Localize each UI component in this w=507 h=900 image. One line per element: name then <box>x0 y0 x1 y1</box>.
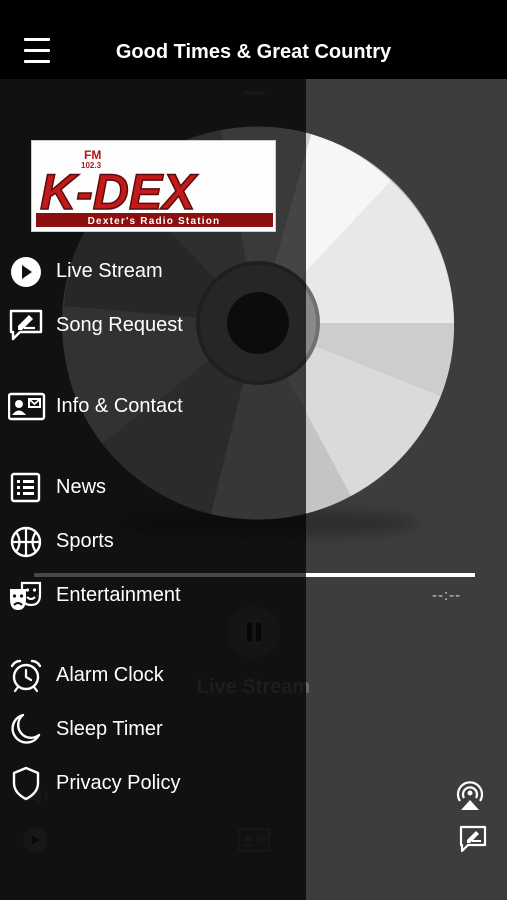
menu-label: Song Request <box>56 314 183 336</box>
logo-fm: FM <box>84 148 101 162</box>
basketball-icon <box>8 523 44 559</box>
menu-item-live-stream[interactable]: Live Stream <box>0 251 306 291</box>
top-app-bar: Good Times & Great Country <box>0 0 507 79</box>
menu-label: Sports <box>56 530 114 552</box>
menu-item-alarm-clock[interactable]: Alarm Clock <box>0 655 306 695</box>
app-screen: - --:-- Live Stream <box>0 0 507 900</box>
menu-label: News <box>56 476 107 498</box>
menu-label: Live Stream <box>56 260 163 282</box>
menu-label: Sleep Timer <box>56 718 163 740</box>
shield-icon <box>8 765 44 801</box>
menu-item-sports[interactable]: Sports <box>0 521 306 561</box>
menu-item-song-request[interactable]: Song Request <box>0 305 306 345</box>
menu-label: Entertainment <box>56 584 181 606</box>
request-icon <box>8 307 44 343</box>
moon-icon <box>8 711 44 747</box>
menu-label: Info & Contact <box>56 395 183 417</box>
menu-item-entertainment[interactable]: Entertainment <box>0 575 306 615</box>
logo-tagline: Dexter's Radio Station <box>88 216 221 227</box>
menu-item-sleep-timer[interactable]: Sleep Timer <box>0 709 306 749</box>
menu-label: Privacy Policy <box>56 772 181 794</box>
contact-card-icon <box>7 388 46 424</box>
menu-item-news[interactable]: News <box>0 467 306 507</box>
station-logo: FM 102.3 K-DEX Dexter's Radio Station <box>31 140 276 232</box>
airplay-icon[interactable] <box>453 779 487 818</box>
app-title: Good Times & Great Country <box>115 41 392 63</box>
menu-label: Alarm Clock <box>56 664 164 686</box>
remaining-time: --:-- <box>432 587 462 604</box>
request-small-icon[interactable] <box>458 824 488 859</box>
alarm-clock-icon <box>8 657 44 693</box>
play-circle-icon <box>8 253 44 289</box>
logo-name: K-DEX <box>40 164 198 220</box>
theater-masks-icon <box>8 577 44 613</box>
menu-item-privacy-policy[interactable]: Privacy Policy <box>0 763 306 803</box>
menu-item-info-contact[interactable]: Info & Contact <box>0 386 306 426</box>
side-drawer: FM 102.3 K-DEX Dexter's Radio Station Li… <box>0 79 306 900</box>
news-list-icon <box>8 469 44 505</box>
